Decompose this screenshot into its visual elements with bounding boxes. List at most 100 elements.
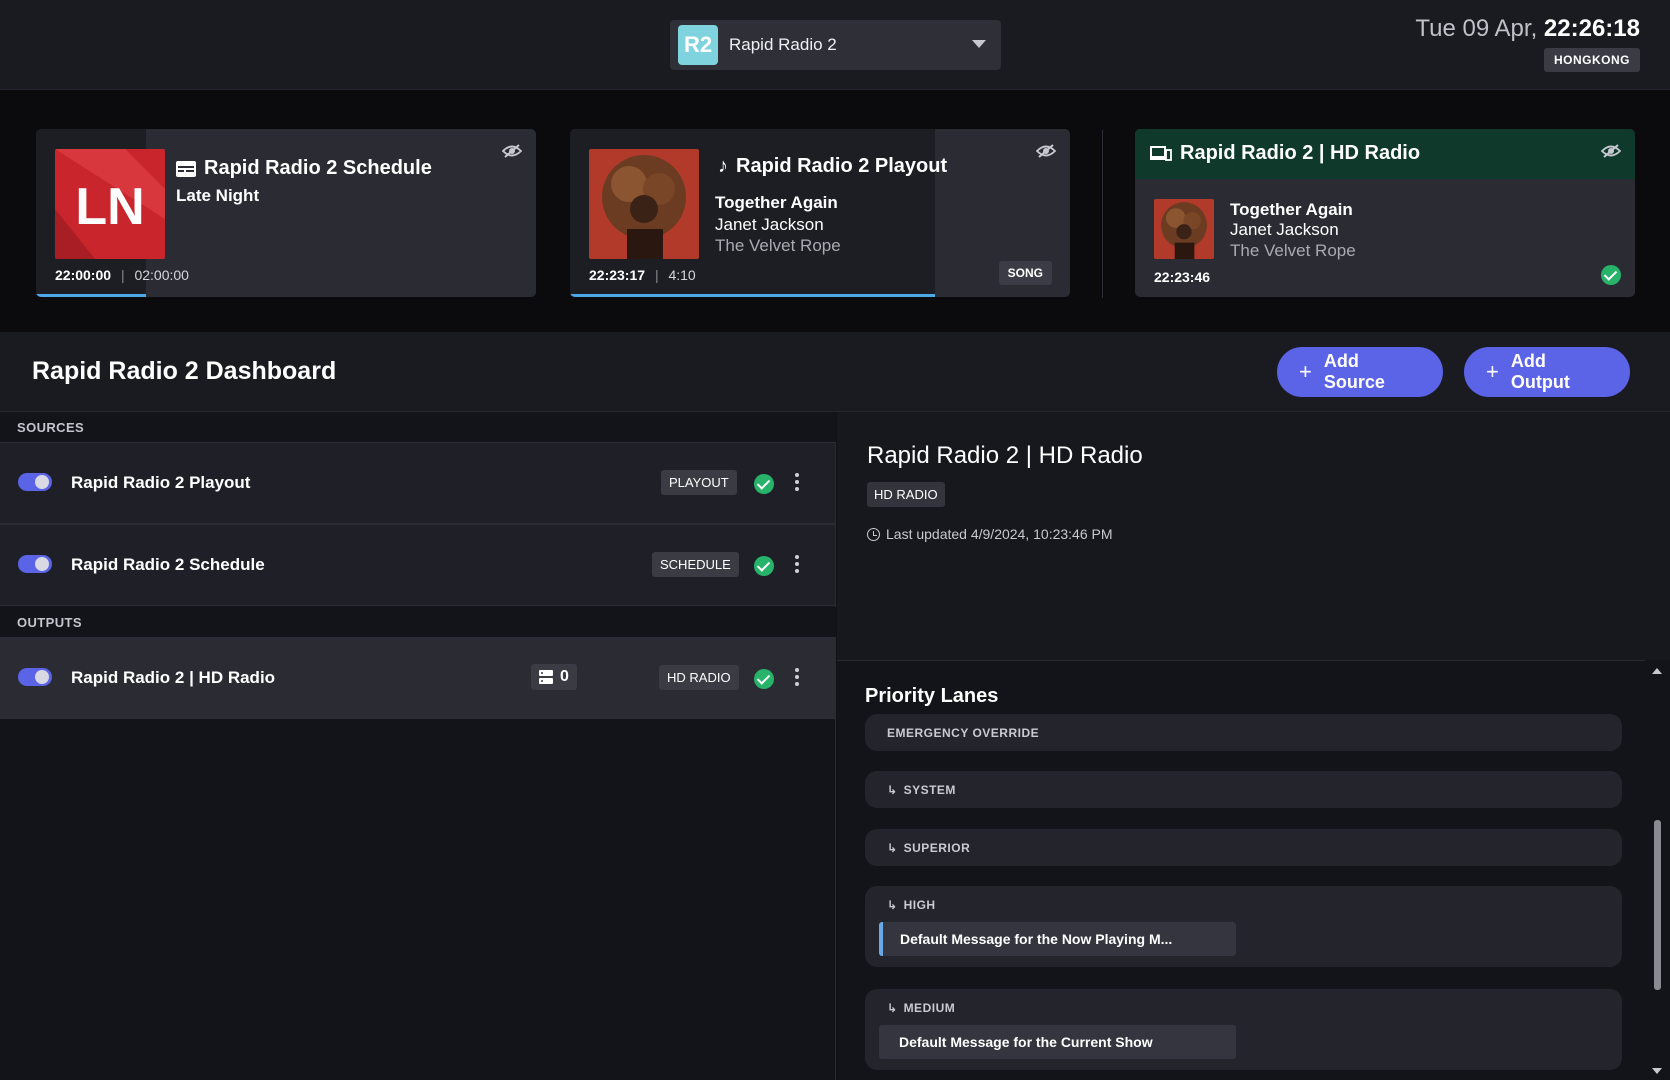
output-type-badge: HD RADIO xyxy=(659,665,739,690)
clock-time: 22:26:18 xyxy=(1543,15,1640,42)
lane-message[interactable]: Default Message for the Current Show xyxy=(879,1025,1236,1059)
source-type-badge: PLAYOUT xyxy=(661,470,737,495)
source-name: Rapid Radio 2 Playout xyxy=(71,473,251,492)
hd-artist: Janet Jackson xyxy=(1230,220,1339,239)
card-divider xyxy=(1102,130,1103,298)
lane-emergency-override[interactable]: EMERGENCY OVERRIDE xyxy=(865,714,1622,751)
sources-outputs-panel: SOURCES Rapid Radio 2 Playout PLAYOUT Ra… xyxy=(0,412,836,1080)
output-detail: Rapid Radio 2 | HD Radio HD RADIO Last u… xyxy=(837,412,1670,660)
more-vert-icon[interactable] xyxy=(795,473,799,491)
lane-label-text: HIGH xyxy=(903,898,936,912)
schedule-card[interactable]: LN Rapid Radio 2 Schedule Late Night 22:… xyxy=(36,129,536,297)
playout-card[interactable]: ♪ Rapid Radio 2 Playout Together Again J… xyxy=(570,129,1070,297)
source-row-schedule[interactable]: Rapid Radio 2 Schedule SCHEDULE xyxy=(0,524,835,606)
playout-track: Together Again xyxy=(715,193,838,212)
priority-lanes: Priority Lanes EMERGENCY OVERRIDE ↳ SYSTE… xyxy=(837,660,1645,1080)
playout-duration: 4:10 xyxy=(668,267,696,283)
playout-card-title-text: Rapid Radio 2 Playout xyxy=(736,155,948,177)
lane-message[interactable]: Default Message for the Now Playing M... xyxy=(879,922,1236,956)
more-vert-icon[interactable] xyxy=(795,668,799,686)
clock-icon xyxy=(867,527,880,541)
station-name: Rapid Radio 2 xyxy=(729,35,837,54)
last-updated: Last updated 4/9/2024, 10:23:46 PM xyxy=(867,526,1113,542)
add-source-button[interactable]: + Add Source xyxy=(1277,347,1443,397)
lane-label: ↳ SUPERIOR xyxy=(887,841,970,855)
page-title: Rapid Radio 2 Dashboard xyxy=(32,357,337,385)
lane-medium[interactable]: ↳ MEDIUM Default Message for the Current … xyxy=(865,989,1622,1070)
lane-label-text: MEDIUM xyxy=(903,1001,956,1015)
enable-toggle[interactable] xyxy=(18,555,52,573)
schedule-icon xyxy=(176,160,196,177)
schedule-end: 02:00:00 xyxy=(134,267,189,283)
playout-card-title: ♪ Rapid Radio 2 Playout xyxy=(718,155,947,178)
hd-radio-card-title-text: Rapid Radio 2 | HD Radio xyxy=(1180,142,1421,164)
clock: Tue 09 Apr, 22:26:18 xyxy=(1415,15,1640,43)
schedule-card-title-text: Rapid Radio 2 Schedule xyxy=(204,157,432,179)
outputs-section-label: OUTPUTS xyxy=(0,607,836,637)
scroll-down-icon[interactable] xyxy=(1652,1068,1662,1074)
add-output-label: Add Output xyxy=(1510,351,1570,392)
clock-date: Tue 09 Apr, xyxy=(1415,15,1538,42)
hd-track: Together Again xyxy=(1230,200,1353,219)
hd-album-art xyxy=(1154,199,1214,259)
detail-type-badge: HD RADIO xyxy=(867,482,945,507)
lane-label: ↳ HIGH xyxy=(887,898,936,912)
lane-label: ↳ MEDIUM xyxy=(887,1001,955,1015)
sources-section-label: SOURCES xyxy=(0,412,836,442)
output-row-hd-radio[interactable]: Rapid Radio 2 | HD Radio 0 HD RADIO xyxy=(0,637,835,719)
hd-radio-card[interactable]: Rapid Radio 2 | HD Radio Together Again … xyxy=(1135,129,1635,297)
timezone-badge: HONGKONG xyxy=(1544,48,1640,72)
source-type-badge: SCHEDULE xyxy=(652,552,739,577)
output-detail-panel: Rapid Radio 2 | HD Radio HD RADIO Last u… xyxy=(837,412,1670,1080)
chevron-down-icon xyxy=(972,40,986,48)
subdirectory-arrow-icon: ↳ xyxy=(887,1001,898,1015)
eye-off-icon[interactable] xyxy=(1601,143,1621,159)
subdirectory-arrow-icon: ↳ xyxy=(887,898,898,912)
queue-count: 0 xyxy=(560,668,569,685)
lane-system[interactable]: ↳ SYSTEM xyxy=(865,771,1622,808)
eye-off-icon[interactable] xyxy=(502,143,522,159)
source-row-playout[interactable]: Rapid Radio 2 Playout PLAYOUT xyxy=(0,442,835,524)
more-vert-icon[interactable] xyxy=(795,555,799,573)
scroll-thumb[interactable] xyxy=(1654,820,1661,990)
top-bar: R2 Rapid Radio 2 Tue 09 Apr, 22:26:18 HO… xyxy=(0,0,1670,90)
show-logo-text: LN xyxy=(75,178,144,236)
music-note-icon: ♪ xyxy=(718,155,728,177)
eye-off-icon[interactable] xyxy=(1036,143,1056,159)
subdirectory-arrow-icon: ↳ xyxy=(887,841,898,855)
show-logo: LN xyxy=(55,149,165,259)
hd-radio-card-title: Rapid Radio 2 | HD Radio xyxy=(1150,142,1420,165)
enable-toggle[interactable] xyxy=(18,668,52,686)
add-output-button[interactable]: + Add Output xyxy=(1464,347,1630,397)
source-name: Rapid Radio 2 Schedule xyxy=(71,555,265,574)
hd-album: The Velvet Rope xyxy=(1230,241,1356,260)
scrollbar[interactable] xyxy=(1645,660,1670,1080)
storage-icon xyxy=(539,670,553,684)
output-name: Rapid Radio 2 | HD Radio xyxy=(71,668,276,687)
schedule-card-title: Rapid Radio 2 Schedule xyxy=(176,157,432,180)
enable-toggle[interactable] xyxy=(18,473,52,491)
hd-time-value: 22:23:46 xyxy=(1154,269,1211,285)
lane-label-text: SYSTEM xyxy=(903,783,956,797)
playout-album: The Velvet Rope xyxy=(715,236,841,255)
lane-label-text: SUPERIOR xyxy=(903,841,971,855)
now-playing-strip: LN Rapid Radio 2 Schedule Late Night 22:… xyxy=(0,90,1670,332)
check-circle-icon xyxy=(754,556,774,576)
lane-high[interactable]: ↳ HIGH Default Message for the Now Playin… xyxy=(865,886,1622,967)
lane-label: EMERGENCY OVERRIDE xyxy=(887,726,1040,740)
playout-time: 22:23:17 | 4:10 xyxy=(589,267,696,283)
schedule-time-range: 22:00:00 | 02:00:00 xyxy=(55,267,189,283)
dashboard-header: Rapid Radio 2 Dashboard + Add Source + A… xyxy=(0,332,1670,412)
station-logo: R2 xyxy=(678,25,718,65)
lane-superior[interactable]: ↳ SUPERIOR xyxy=(865,829,1622,866)
subdirectory-arrow-icon: ↳ xyxy=(887,783,898,797)
album-art xyxy=(589,149,699,259)
devices-icon xyxy=(1150,145,1172,161)
last-updated-text: Last updated 4/9/2024, 10:23:46 PM xyxy=(886,526,1113,542)
check-circle-icon xyxy=(754,474,774,494)
schedule-progress-bar xyxy=(36,294,146,297)
scroll-up-icon[interactable] xyxy=(1652,668,1662,674)
station-selector[interactable]: R2 Rapid Radio 2 xyxy=(670,20,1001,70)
priority-lanes-title: Priority Lanes xyxy=(865,685,999,707)
hd-time: 22:23:46 xyxy=(1154,269,1210,285)
